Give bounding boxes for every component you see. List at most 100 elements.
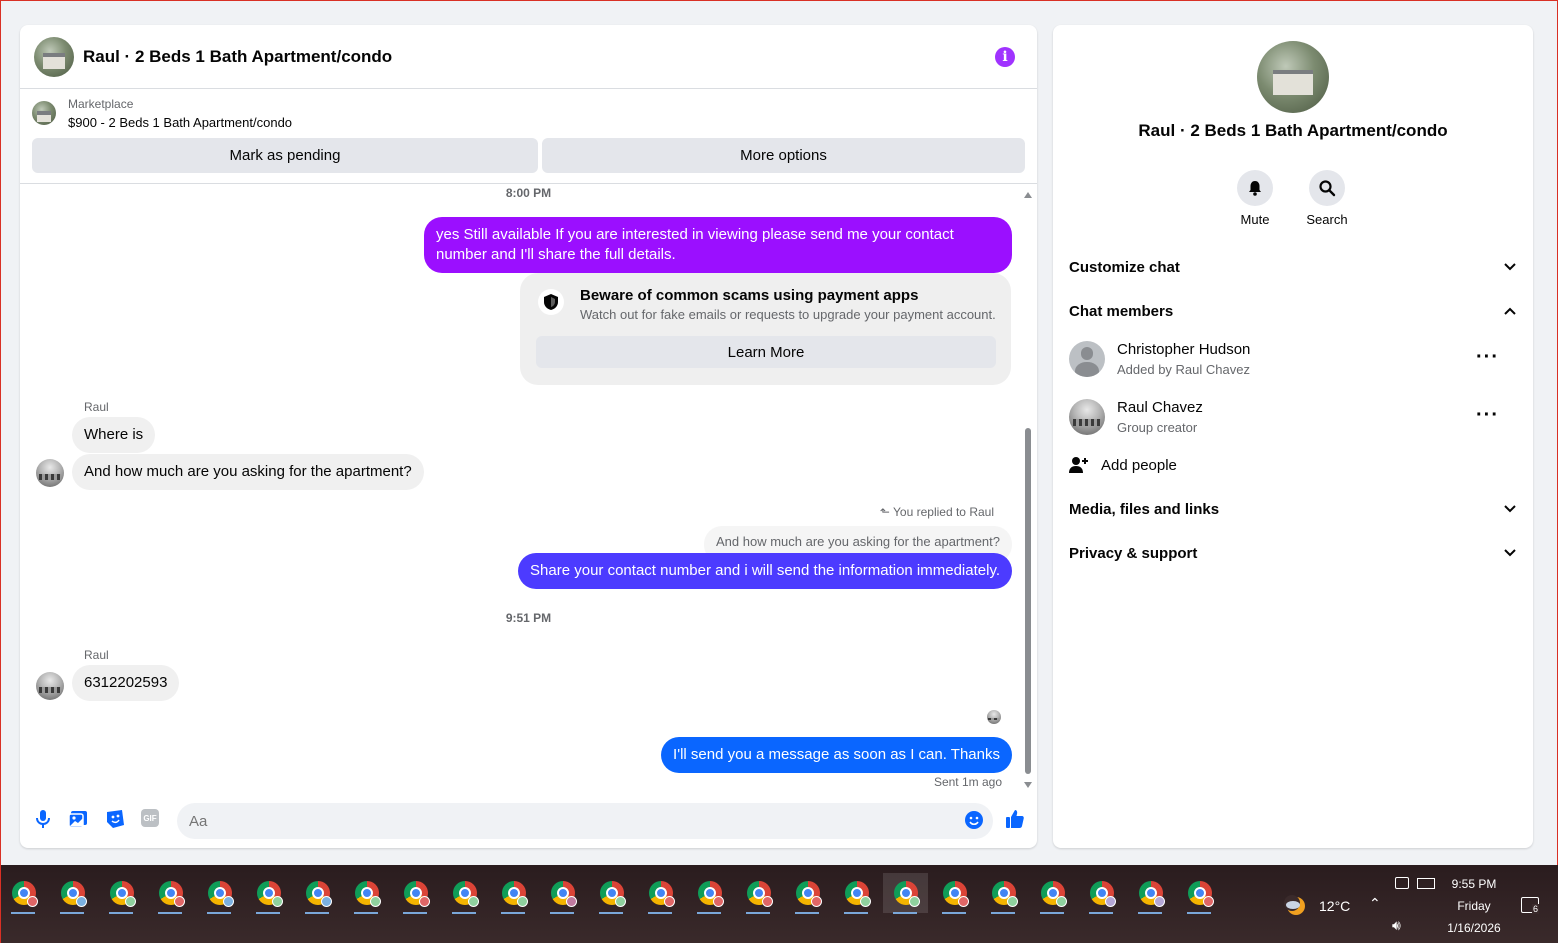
chat-avatar[interactable] — [34, 36, 74, 77]
scam-warning-subtitle: Watch out for fake emails or requests to… — [580, 307, 996, 322]
message-list[interactable]: 8:00 PM yes Still available If you are i… — [20, 186, 1037, 799]
listing-title: $900 - 2 Beds 1 Bath Apartment/condo — [68, 115, 293, 130]
chat-member-item[interactable]: Christopher Hudson Added by Raul Chavez … — [1069, 341, 1517, 381]
chrome-taskbar-button[interactable] — [197, 873, 242, 914]
thumbs-up-icon[interactable] — [1004, 808, 1026, 830]
volume-icon[interactable]: 🔊︎ — [1392, 917, 1401, 934]
group-title: Raul · 2 Beds 1 Bath Apartment/condo — [1138, 121, 1448, 140]
customize-chat-row[interactable]: Customize chat — [1069, 249, 1517, 285]
sender-avatar[interactable] — [36, 459, 64, 487]
chevron-down-icon — [1504, 263, 1516, 271]
message-outgoing[interactable]: yes Still available If you are intereste… — [424, 217, 1012, 273]
profile-badge-icon — [174, 896, 185, 907]
chrome-taskbar-button[interactable] — [393, 873, 438, 914]
message-incoming[interactable]: Where is — [72, 417, 156, 453]
chat-members-label: Chat members — [1069, 302, 1174, 320]
chrome-taskbar-button[interactable] — [834, 873, 879, 914]
chrome-taskbar-button[interactable] — [638, 873, 683, 914]
chrome-taskbar-button[interactable] — [540, 873, 585, 914]
message-input[interactable] — [177, 803, 993, 839]
gif-icon[interactable]: GIF — [141, 809, 159, 827]
chrome-taskbar-button[interactable] — [1128, 873, 1173, 914]
mute-button[interactable]: Mute — [1225, 170, 1285, 227]
mark-as-pending-button[interactable]: Mark as pending — [32, 138, 538, 173]
add-people-label: Add people — [1101, 456, 1177, 474]
chrome-taskbar-button[interactable] — [687, 873, 732, 914]
search-button[interactable]: Search — [1297, 170, 1357, 227]
message-incoming[interactable]: 6312202593 — [72, 665, 180, 701]
message-incoming[interactable]: And how much are you asking for the apar… — [72, 454, 424, 490]
weather-widget[interactable]: 12°C — [1283, 893, 1350, 919]
sticker-icon[interactable] — [104, 808, 126, 830]
chrome-taskbar-button[interactable] — [246, 873, 291, 914]
scroll-down-arrow-icon[interactable] — [1024, 782, 1032, 788]
microphone-icon[interactable] — [32, 808, 54, 830]
photo-icon[interactable] — [67, 808, 89, 830]
more-options-icon[interactable]: ··· — [1476, 405, 1499, 425]
more-options-icon[interactable]: ··· — [1476, 347, 1499, 367]
marketplace-bar[interactable]: Marketplace $900 - 2 Beds 1 Bath Apartme… — [20, 89, 1037, 130]
notification-count: 6 — [1532, 904, 1540, 914]
member-role: Added by Raul Chavez — [1117, 362, 1250, 377]
learn-more-button[interactable]: Learn More — [536, 336, 996, 368]
chrome-taskbar-button[interactable] — [736, 873, 781, 914]
profile-badge-icon — [1154, 896, 1165, 907]
chrome-taskbar-button[interactable] — [1177, 873, 1222, 914]
scroll-thumb[interactable] — [1025, 428, 1031, 774]
chrome-taskbar-button[interactable] — [785, 873, 830, 914]
chrome-taskbar-button[interactable] — [932, 873, 977, 914]
clock-day[interactable]: Friday — [1441, 899, 1507, 913]
chrome-taskbar-button[interactable] — [148, 873, 193, 914]
listing-thumbnail — [32, 101, 56, 125]
clock-date[interactable]: 1/16/2026 — [1441, 921, 1507, 935]
meet-now-icon[interactable] — [1395, 877, 1409, 889]
mute-label: Mute — [1240, 212, 1270, 227]
chrome-taskbar-button[interactable] — [981, 873, 1026, 914]
timestamp: 9:51 PM — [505, 611, 552, 625]
profile-badge-icon — [615, 896, 626, 907]
chrome-taskbar-button[interactable] — [99, 873, 144, 914]
emoji-icon[interactable] — [964, 810, 984, 830]
taskbar: 12°C ⌃ 🔊︎ 9:55 PM Friday 1/16/2026 6 — [1, 865, 1558, 943]
sender-avatar[interactable] — [36, 672, 64, 700]
media-files-links-row[interactable]: Media, files and links — [1069, 491, 1517, 527]
group-avatar[interactable] — [1257, 41, 1329, 113]
profile-badge-icon — [272, 896, 283, 907]
notifications-icon[interactable]: 6 — [1521, 897, 1540, 914]
chevron-up-icon[interactable]: ⌃ — [1369, 895, 1381, 912]
profile-badge-icon — [958, 896, 969, 907]
info-icon[interactable]: i — [995, 47, 1015, 67]
profile-badge-icon — [566, 896, 577, 907]
chat-members-row[interactable]: Chat members — [1069, 293, 1517, 329]
more-options-button[interactable]: More options — [542, 138, 1025, 173]
chrome-taskbar-button[interactable] — [883, 873, 928, 914]
profile-badge-icon — [909, 896, 920, 907]
member-name: Raul Chavez — [1117, 399, 1203, 416]
profile-badge-icon — [223, 896, 234, 907]
scroll-up-arrow-icon[interactable] — [1024, 192, 1032, 198]
shield-icon — [538, 289, 564, 315]
message-outgoing[interactable]: I'll send you a message as soon as I can… — [661, 737, 1012, 773]
chrome-taskbar-button[interactable] — [491, 873, 536, 914]
message-outgoing[interactable]: Share your contact number and i will sen… — [518, 553, 1012, 589]
chrome-taskbar-button[interactable] — [344, 873, 389, 914]
search-icon — [1319, 180, 1336, 197]
chrome-taskbar-button[interactable] — [295, 873, 340, 914]
chat-title[interactable]: Raul · 2 Beds 1 Bath Apartment/condo — [83, 47, 392, 67]
scam-warning-title: Beware of common scams using payment app… — [580, 287, 919, 304]
chrome-taskbar-button[interactable] — [1079, 873, 1124, 914]
chat-member-item[interactable]: Raul Chavez Group creator ··· — [1069, 399, 1517, 439]
chrome-taskbar-button[interactable] — [1, 873, 46, 914]
chrome-taskbar-button[interactable] — [589, 873, 634, 914]
chrome-taskbar-button[interactable] — [50, 873, 95, 914]
privacy-support-row[interactable]: Privacy & support — [1069, 535, 1517, 571]
network-icon[interactable] — [1417, 878, 1435, 889]
chrome-taskbar-button[interactable] — [442, 873, 487, 914]
clock-time[interactable]: 9:55 PM — [1441, 877, 1507, 891]
add-people-row[interactable]: Add people — [1069, 447, 1517, 483]
scrollbar[interactable] — [1024, 190, 1032, 790]
weather-temperature: 12°C — [1319, 898, 1351, 914]
member-avatar — [1069, 341, 1105, 377]
chrome-taskbar-button[interactable] — [1030, 873, 1075, 914]
profile-badge-icon — [370, 896, 381, 907]
